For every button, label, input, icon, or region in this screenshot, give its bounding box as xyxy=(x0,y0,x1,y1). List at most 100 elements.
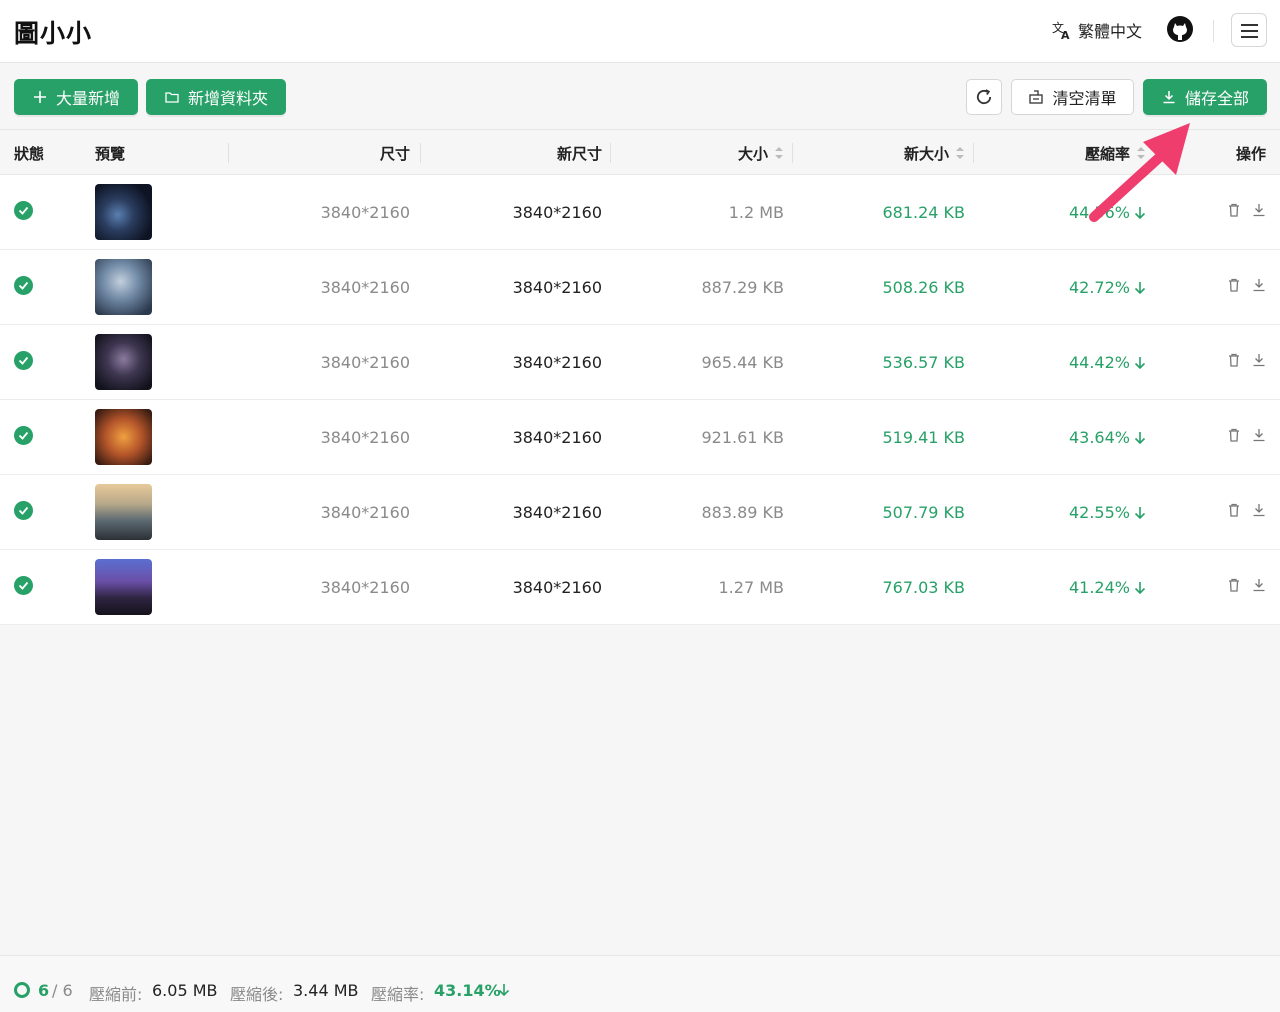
delete-icon[interactable] xyxy=(1226,277,1242,293)
original-size: 1.2 MB xyxy=(728,203,784,222)
add-folder-label: 新增資料夾 xyxy=(187,89,268,108)
sort-icon[interactable] xyxy=(774,145,784,165)
arrow-down-icon xyxy=(1134,506,1146,519)
col-status: 狀態 xyxy=(14,145,45,163)
annotation-arrow xyxy=(1089,123,1190,222)
download-icon[interactable] xyxy=(1251,427,1267,443)
new-size: 681.24 KB xyxy=(882,203,965,222)
top-bar: 圖小小 文 A 繁體中文 xyxy=(0,0,1280,63)
new-size: 767.03 KB xyxy=(882,578,965,597)
dimensions: 3840*2160 xyxy=(320,428,410,447)
save-all-button[interactable]: 儲存全部 xyxy=(1143,79,1267,115)
col-new-size-label: 新大小 xyxy=(903,145,949,163)
original-size: 921.61 KB xyxy=(701,428,784,447)
arrow-down-icon xyxy=(1134,356,1146,369)
table-body: 3840*2160 3840*2160 1.2 MB 681.24 KB 44.… xyxy=(0,175,1280,625)
table-row: 3840*2160 3840*2160 921.61 KB 519.41 KB … xyxy=(0,400,1280,475)
new-dimensions: 3840*2160 xyxy=(512,203,602,222)
clear-list-label: 清空清單 xyxy=(1052,89,1117,108)
before-label: 壓縮前: xyxy=(89,985,143,1004)
language-label: 繁體中文 xyxy=(1078,22,1143,41)
image-thumbnail[interactable] xyxy=(95,259,152,315)
original-size: 1.27 MB xyxy=(718,578,785,597)
download-icon[interactable] xyxy=(1251,277,1267,293)
status-footer: 6 / 6 壓縮前: 6.05 MB 壓縮後: 3.44 MB 壓縮率: 43.… xyxy=(0,955,1280,1012)
dimensions: 3840*2160 xyxy=(320,578,410,597)
arrow-down-icon xyxy=(1134,431,1146,444)
clear-list-button[interactable]: 清空清單 xyxy=(1011,79,1134,115)
download-icon[interactable] xyxy=(1251,577,1267,593)
after-label: 壓縮後: xyxy=(230,985,284,1004)
image-thumbnail[interactable] xyxy=(95,184,152,240)
rate-value: 41.24% xyxy=(1068,578,1130,597)
before-value: 6.05 MB xyxy=(152,981,218,1000)
image-thumbnail[interactable] xyxy=(95,484,152,540)
table-row: 3840*2160 3840*2160 1.27 MB 767.03 KB 41… xyxy=(0,550,1280,625)
image-thumbnail[interactable] xyxy=(95,334,152,390)
total-count: / 6 xyxy=(52,981,73,1000)
download-icon[interactable] xyxy=(1251,502,1267,518)
rate-value: 42.72% xyxy=(1068,278,1130,297)
progress-ring-icon xyxy=(14,982,30,998)
image-thumbnail[interactable] xyxy=(95,409,152,465)
table-row: 3840*2160 3840*2160 965.44 KB 536.57 KB … xyxy=(0,325,1280,400)
new-size: 519.41 KB xyxy=(882,428,965,447)
folder-icon xyxy=(165,92,179,103)
app-logo[interactable]: 圖小小 xyxy=(14,14,92,50)
compression-rate: 41.24% xyxy=(980,578,1146,597)
delete-icon[interactable] xyxy=(1226,202,1242,218)
clear-icon xyxy=(1029,90,1044,104)
col-new-size[interactable]: 新大小 xyxy=(860,143,965,165)
arrow-down-icon xyxy=(1134,281,1146,294)
rate-value: 43.14% xyxy=(434,981,501,1000)
language-switcher[interactable]: 文 A 繁體中文 xyxy=(1052,18,1142,42)
rate-value: 43.64% xyxy=(1068,428,1130,447)
check-circle-icon xyxy=(14,576,33,595)
new-size: 507.79 KB xyxy=(882,503,965,522)
arrow-down-icon xyxy=(1134,581,1146,594)
arrow-down-icon xyxy=(498,984,510,997)
rate-value: 44.42% xyxy=(1068,353,1130,372)
image-thumbnail[interactable] xyxy=(95,559,152,615)
compression-rate: 43.64% xyxy=(980,428,1146,447)
delete-icon[interactable] xyxy=(1226,502,1242,518)
delete-icon[interactable] xyxy=(1226,577,1242,593)
dimensions: 3840*2160 xyxy=(320,503,410,522)
new-dimensions: 3840*2160 xyxy=(512,353,602,372)
rate-label: 壓縮率: xyxy=(371,985,425,1004)
add-folder-button[interactable]: 新增資料夾 xyxy=(146,79,286,115)
github-icon[interactable] xyxy=(1166,15,1194,43)
dimensions: 3840*2160 xyxy=(320,278,410,297)
dimensions: 3840*2160 xyxy=(320,203,410,222)
check-circle-icon xyxy=(14,351,33,370)
col-size-label: 大小 xyxy=(737,145,768,163)
divider xyxy=(1213,20,1214,42)
delete-icon[interactable] xyxy=(1226,352,1242,368)
dimensions: 3840*2160 xyxy=(320,353,410,372)
refresh-button[interactable] xyxy=(966,79,1002,115)
check-circle-icon xyxy=(14,426,33,445)
original-size: 965.44 KB xyxy=(701,353,784,372)
save-all-label: 儲存全部 xyxy=(1184,89,1249,108)
download-icon[interactable] xyxy=(1251,352,1267,368)
download-icon[interactable] xyxy=(1251,202,1267,218)
bulk-add-label: 大量新增 xyxy=(55,89,120,108)
menu-button[interactable] xyxy=(1231,13,1267,47)
hamburger-menu-icon xyxy=(1241,24,1258,26)
check-circle-icon xyxy=(14,276,33,295)
sort-icon[interactable] xyxy=(955,145,965,165)
check-circle-icon xyxy=(14,201,33,220)
done-count: 6 xyxy=(38,981,50,1000)
rate-value: 42.55% xyxy=(1068,503,1130,522)
new-dimensions: 3840*2160 xyxy=(512,278,602,297)
original-size: 883.89 KB xyxy=(701,503,784,522)
col-dimensions: 尺寸 xyxy=(379,145,410,163)
translate-icon: 文 A xyxy=(1052,20,1070,40)
col-size[interactable]: 大小 xyxy=(680,143,784,165)
delete-icon[interactable] xyxy=(1226,427,1242,443)
col-new-dimensions: 新尺寸 xyxy=(556,145,602,163)
new-dimensions: 3840*2160 xyxy=(512,503,602,522)
bulk-add-button[interactable]: 大量新增 xyxy=(14,79,138,115)
compression-rate: 42.72% xyxy=(980,278,1146,297)
check-circle-icon xyxy=(14,501,33,520)
